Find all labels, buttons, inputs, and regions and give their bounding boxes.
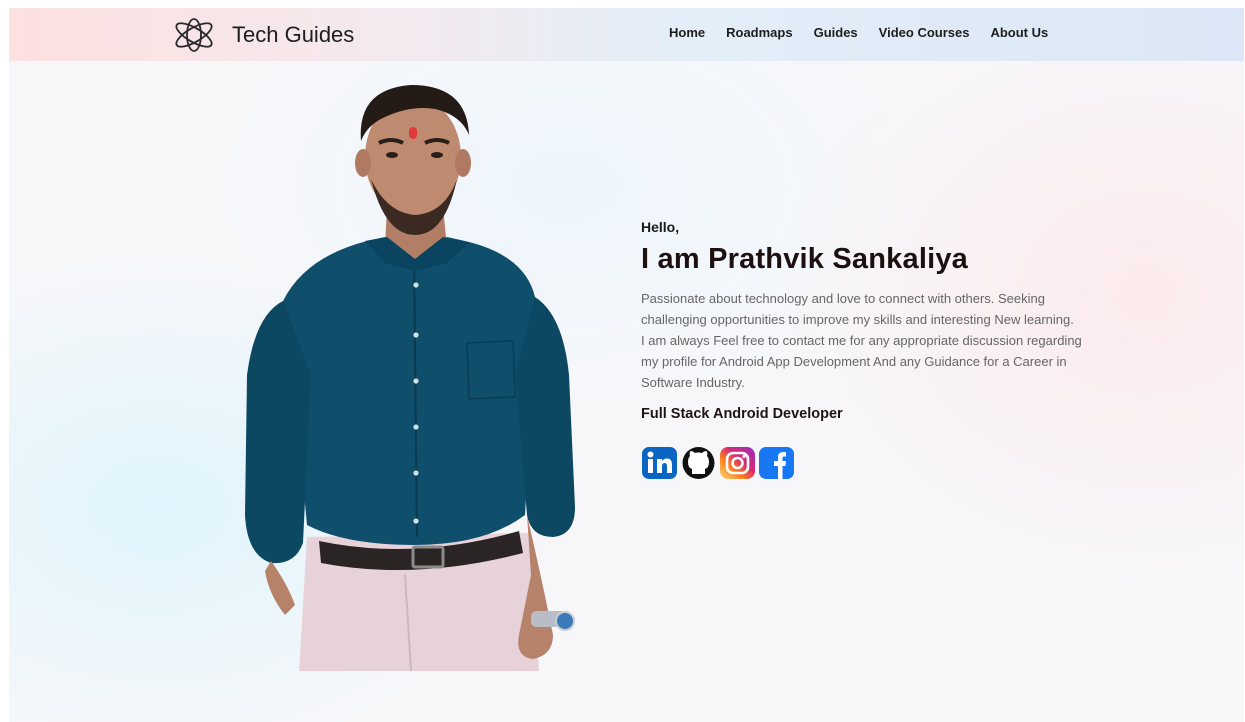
github-icon[interactable] [680,446,717,480]
instagram-icon[interactable] [719,446,756,480]
brand-name: Tech Guides [232,22,355,47]
nav-menu: Home Roadmaps Guides Video Courses About… [669,25,1069,40]
bio-paragraph: I am always Feel free to contact me for … [641,333,1082,390]
linkedin-icon[interactable] [641,446,678,480]
greeting: Hello, [641,219,680,235]
facebook-icon[interactable] [758,446,795,480]
bio-paragraph: Passionate about technology and love to … [641,291,1074,327]
profile-photo [245,85,575,672]
brand[interactable]: Tech Guides [171,17,354,53]
navbar: Tech Guides Home Roadmaps Guides Video C… [9,8,1244,61]
hero-name: I am Prathvik Sankaliya [641,243,968,275]
hero-section: Hello, I am Prathvik Sankaliya Passionat… [641,219,1101,480]
bio: Passionate about technology and love to … [641,288,1101,393]
role-title: Full Stack Android Developer [641,406,843,422]
nav-link-about-us[interactable]: About Us [990,25,1048,40]
nav-link-home[interactable]: Home [669,25,705,40]
nav-link-roadmaps[interactable]: Roadmaps [726,25,792,40]
atom-icon [175,18,213,52]
social-links [641,446,1101,480]
page: Tech Guides Home Roadmaps Guides Video C… [9,8,1244,722]
nav-link-guides[interactable]: Guides [814,25,858,40]
nav-link-video-courses[interactable]: Video Courses [879,25,970,40]
